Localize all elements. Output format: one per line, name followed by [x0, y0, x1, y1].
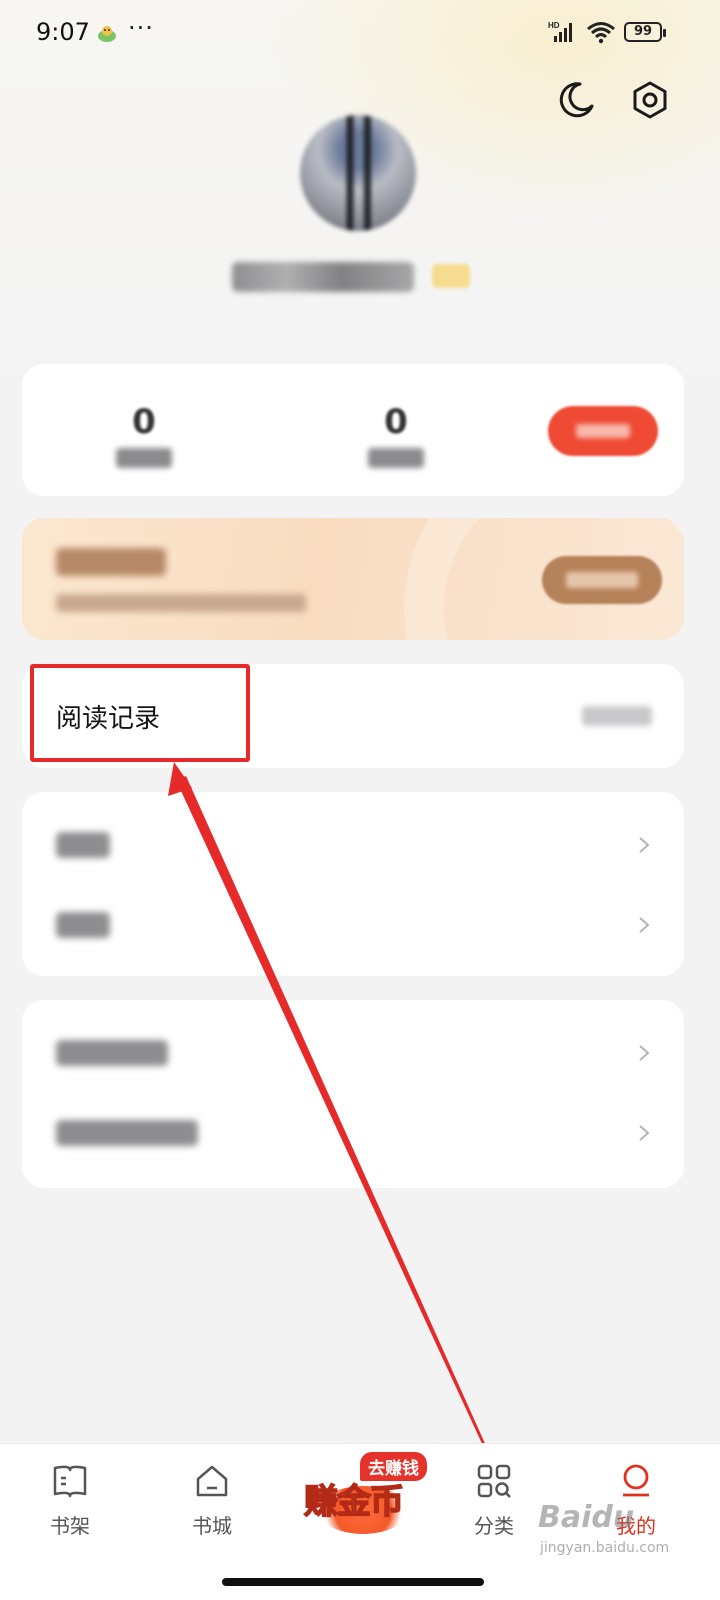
- reading-record-extra-blurred: [582, 706, 652, 726]
- stat-cash[interactable]: 0: [346, 402, 446, 468]
- bookshelf-icon: [53, 1465, 87, 1498]
- signal-icon: HD: [548, 21, 572, 42]
- tab-category-label: 分类: [474, 1514, 514, 1538]
- member-button-label-blurred: [566, 572, 638, 588]
- chevron-right-icon: [639, 917, 650, 933]
- member-open-button[interactable]: [542, 556, 662, 604]
- stat-cash-label-blurred: [368, 448, 424, 468]
- profile-icon: [623, 1464, 649, 1497]
- menu-item-2-label-blurred[interactable]: [56, 912, 110, 938]
- tab-bookstore-label: 书城: [192, 1514, 232, 1538]
- app-notification-icon: [98, 26, 116, 42]
- menu-group-1: [22, 792, 684, 976]
- bookstore-home-icon: [196, 1465, 228, 1497]
- settings-icon[interactable]: [630, 80, 670, 120]
- status-more-dots: ···: [128, 14, 154, 42]
- status-time: 9:07: [36, 18, 90, 46]
- earn-coins-button[interactable]: 赚金币: [303, 1474, 405, 1523]
- svg-text:HD: HD: [548, 21, 560, 30]
- status-bar: 9:07 ··· HD 99: [0, 0, 720, 64]
- stat-coins-label-blurred: [116, 448, 172, 468]
- highlight-box: [30, 664, 250, 762]
- tab-bookstore[interactable]: 书城: [162, 1462, 262, 1539]
- chevron-right-icon: [639, 1045, 650, 1061]
- chevron-right-icon: [639, 837, 650, 853]
- tab-bookshelf[interactable]: 书架: [20, 1462, 120, 1539]
- stat-cash-value: 0: [384, 402, 408, 442]
- wifi-icon: [587, 22, 615, 44]
- watermark-site: jingyan.baidu.com: [540, 1540, 670, 1556]
- battery-icon: 99: [624, 22, 666, 42]
- menu-item-3-label-blurred[interactable]: [56, 1040, 168, 1066]
- menu-group-2: [22, 1000, 684, 1188]
- home-indicator[interactable]: [222, 1578, 484, 1586]
- tab-bookshelf-label: 书架: [50, 1514, 90, 1538]
- tab-category[interactable]: 分类: [444, 1462, 544, 1539]
- menu-item-4-label-blurred[interactable]: [56, 1120, 198, 1146]
- earn-money-label-blurred: [576, 424, 630, 438]
- earn-money-button[interactable]: [548, 406, 658, 456]
- member-subtitle-blurred: [56, 594, 306, 612]
- watermark-brand: Baidu: [538, 1500, 635, 1535]
- stat-coins[interactable]: 0: [94, 402, 194, 468]
- category-icon: [477, 1464, 511, 1498]
- username-blurred[interactable]: [232, 262, 414, 292]
- avatar[interactable]: [300, 115, 416, 231]
- stat-coins-value: 0: [132, 402, 156, 442]
- chevron-right-icon: [639, 1125, 650, 1141]
- member-title-blurred: [56, 548, 166, 576]
- menu-item-1-label-blurred[interactable]: [56, 832, 110, 858]
- vip-badge: [432, 264, 470, 288]
- night-mode-icon[interactable]: [556, 80, 596, 120]
